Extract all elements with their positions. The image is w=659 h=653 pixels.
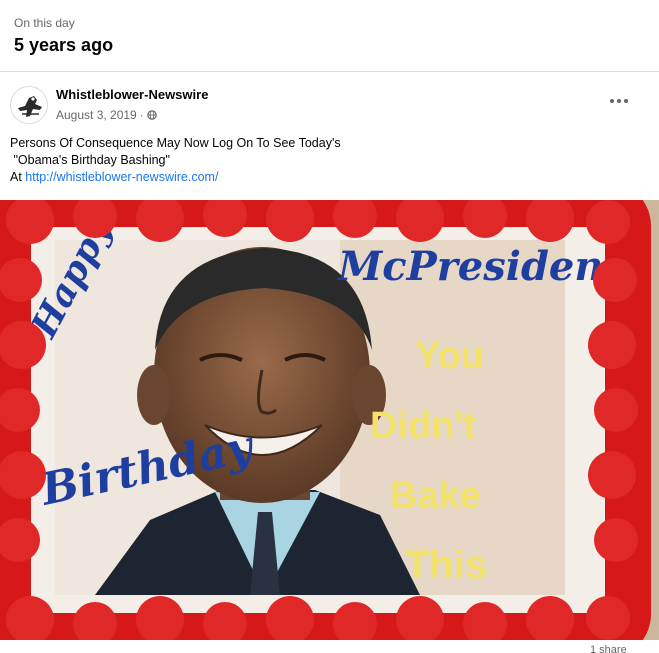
post-meta: August 3, 2019 · <box>56 108 157 122</box>
caption-line: Persons Of Consequence May Now Log On To… <box>10 136 341 150</box>
post-photo[interactable]: Happy Birthday McPresident You Didn't Ba… <box>0 200 659 640</box>
memory-header: On this day 5 years ago <box>0 0 659 72</box>
globe-icon <box>146 110 157 120</box>
caption-line: At http://whistleblower-newswire.com/ <box>10 169 570 186</box>
post-caption: Persons Of Consequence May Now Log On To… <box>10 135 570 186</box>
caption-line: "Obama's Birthday Bashing" <box>10 153 170 167</box>
cake-text-mcpresident: McPresident <box>336 243 622 290</box>
memory-kicker: On this day <box>14 16 75 30</box>
post-date[interactable]: August 3, 2019 <box>56 108 137 122</box>
avatar-logo-icon <box>11 87 47 123</box>
caption-link[interactable]: http://whistleblower-newswire.com/ <box>25 170 218 184</box>
post-author[interactable]: Whistleblower-Newswire <box>56 87 208 102</box>
share-count[interactable]: 1 share <box>590 644 627 653</box>
cake-text-you: You <box>415 335 484 377</box>
more-options-icon <box>610 99 614 103</box>
post-card: Whistleblower-Newswire August 3, 2019 · … <box>0 73 659 653</box>
cake-text-bake: Bake <box>390 475 481 517</box>
memory-title: 5 years ago <box>14 35 114 55</box>
author-avatar[interactable] <box>10 86 48 124</box>
date-separator: · <box>139 108 144 122</box>
cake-image: Happy Birthday McPresident You Didn't Ba… <box>0 200 659 640</box>
cake-text-didnt: Didn't <box>370 405 476 447</box>
more-options-button[interactable] <box>602 89 636 113</box>
cake-text-this: This <box>405 543 487 587</box>
caption-prefix: At <box>10 170 26 184</box>
